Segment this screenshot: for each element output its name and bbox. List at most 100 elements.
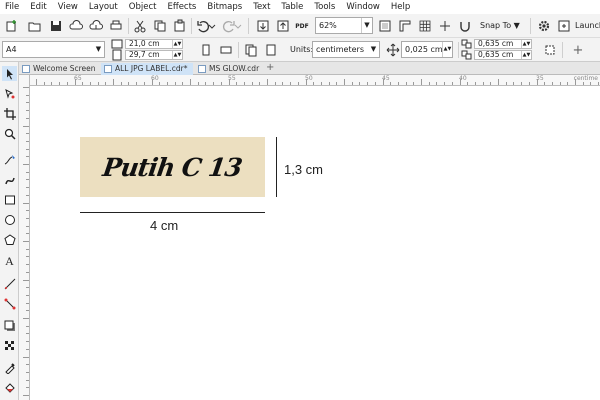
menu-window[interactable]: Window: [341, 0, 386, 14]
current-page-icon[interactable]: [262, 41, 280, 59]
undo-dropdown-icon[interactable]: [208, 17, 216, 35]
menu-text[interactable]: Text: [248, 0, 276, 14]
ruler-tick: [243, 82, 245, 85]
export-icon[interactable]: [274, 17, 292, 35]
snap-to-icon[interactable]: [456, 17, 474, 35]
ruler-tick: [113, 79, 114, 85]
page-width-field[interactable]: 21,0 cm ▲▼: [125, 39, 183, 49]
ruler-tick: [297, 82, 299, 85]
ruler-tick: [290, 82, 292, 85]
print-icon[interactable]: [107, 17, 125, 35]
add-tab-icon[interactable]: +: [266, 62, 274, 74]
crop-tool-icon[interactable]: [2, 106, 17, 121]
cut-icon[interactable]: [131, 17, 149, 35]
show-grid-icon[interactable]: [416, 17, 434, 35]
portrait-icon[interactable]: [197, 41, 215, 59]
open-folder-icon[interactable]: [26, 17, 44, 35]
height-dimension-line[interactable]: [276, 137, 277, 197]
product-label[interactable]: Putih C 13: [80, 137, 265, 197]
rectangle-tool-icon[interactable]: [2, 192, 17, 207]
options-gear-icon[interactable]: [535, 17, 553, 35]
drop-shadow-icon[interactable]: [2, 318, 17, 333]
units-dropdown[interactable]: centimeters ▼: [312, 41, 380, 58]
menu-object[interactable]: Object: [124, 0, 163, 14]
save-icon[interactable]: [47, 17, 65, 35]
ruler-tick: [26, 264, 29, 266]
text-tool-icon[interactable]: A: [2, 254, 17, 269]
menu-view[interactable]: View: [53, 0, 84, 14]
full-screen-preview-icon[interactable]: [376, 17, 394, 35]
ruler-tick: [436, 82, 438, 85]
launch-icon[interactable]: [555, 17, 573, 35]
menu-tools[interactable]: Tools: [309, 0, 341, 14]
horizontal-ruler[interactable]: 65 60 55 50 45 40 35 centime: [30, 75, 600, 86]
ruler-tick: [26, 171, 29, 173]
ruler-tick: [190, 79, 191, 85]
artistic-media-icon[interactable]: [2, 172, 17, 187]
zoom-tool-icon[interactable]: [2, 126, 17, 141]
menu-table[interactable]: Table: [276, 0, 309, 14]
landscape-icon[interactable]: [217, 41, 235, 59]
pick-tool-icon[interactable]: [2, 66, 17, 81]
ruler-tick: [23, 279, 29, 281]
ruler-tick: [74, 79, 76, 85]
menu-layout[interactable]: Layout: [84, 0, 124, 14]
ruler-tick: [23, 318, 29, 319]
parallel-dimension-icon[interactable]: [2, 276, 17, 291]
freehand-tool-icon[interactable]: [2, 152, 17, 167]
menu-file[interactable]: File: [0, 0, 25, 14]
drawing-canvas[interactable]: [30, 86, 600, 400]
ruler-tick: [413, 82, 415, 85]
menu-help[interactable]: Help: [386, 0, 416, 14]
copy-icon[interactable]: [151, 17, 169, 35]
fill-tool-icon[interactable]: [2, 380, 17, 395]
redo-dropdown-icon[interactable]: [234, 17, 242, 35]
snap-to-dropdown[interactable]: Snap To ▼: [480, 17, 520, 34]
show-rulers-icon[interactable]: [396, 17, 414, 35]
duplicate-distance-y-field[interactable]: 0,635 cm ▲▼: [474, 50, 532, 60]
all-pages-icon[interactable]: [242, 41, 260, 59]
ruler-tick: [136, 82, 138, 85]
page-size-dropdown[interactable]: A4 ▼: [2, 41, 105, 58]
ruler-tick: [23, 125, 29, 127]
duplicate-distance-x-field[interactable]: 0,635 cm ▲▼: [474, 39, 532, 49]
eyedropper-icon[interactable]: [2, 360, 17, 375]
import-icon[interactable]: [254, 17, 272, 35]
shape-tool-icon[interactable]: [2, 86, 17, 101]
page-size-value: A4: [6, 45, 17, 54]
tab-ms-glow[interactable]: MS GLOW.cdr: [195, 63, 263, 75]
ruler-tick: [521, 82, 523, 85]
cloud-upload-icon[interactable]: [67, 17, 85, 35]
tab-welcome-screen[interactable]: Welcome Screen: [19, 63, 99, 75]
page-height-field[interactable]: 29,7 cm ▲▼: [125, 50, 183, 60]
ellipse-tool-icon[interactable]: [2, 212, 17, 227]
ruler-tick: [26, 271, 29, 273]
ruler-tick: [151, 79, 153, 85]
vertical-ruler[interactable]: [19, 75, 30, 400]
polygon-tool-icon[interactable]: [2, 232, 17, 247]
menu-edit[interactable]: Edit: [25, 0, 52, 14]
menu-effects[interactable]: Effects: [162, 0, 202, 14]
height-dimension-text: 1,3 cm: [284, 162, 324, 177]
show-guidelines-icon[interactable]: [436, 17, 454, 35]
nudge-distance-field[interactable]: 0,025 cm ▲▼: [401, 41, 453, 58]
transparency-icon[interactable]: [2, 338, 17, 353]
menu-bitmaps[interactable]: Bitmaps: [202, 0, 248, 14]
paste-icon[interactable]: [171, 17, 189, 35]
ruler-tick: [467, 82, 469, 85]
ruler-tick: [128, 82, 130, 85]
tab-all-jpg-label[interactable]: ALL JPG LABEL.cdr*: [101, 63, 193, 75]
cloud-download-icon[interactable]: [87, 17, 105, 35]
launch-button[interactable]: Launch: [575, 17, 600, 34]
add-icon[interactable]: +: [569, 41, 587, 59]
ruler-tick: [26, 333, 29, 335]
property-bar: A4 ▼ 21,0 cm ▲▼ 29,7 cm ▲▼ Units: centimete…: [0, 38, 600, 62]
bleed-icon[interactable]: [541, 41, 559, 59]
new-document-icon[interactable]: [3, 17, 21, 35]
ruler-tick: [582, 82, 584, 85]
publish-pdf-button[interactable]: PDF: [293, 17, 311, 35]
ruler-tick: [159, 82, 161, 85]
width-dimension-line[interactable]: [80, 212, 265, 213]
zoom-level-dropdown[interactable]: 62% ▼: [315, 17, 373, 34]
connector-tool-icon[interactable]: [2, 296, 17, 311]
